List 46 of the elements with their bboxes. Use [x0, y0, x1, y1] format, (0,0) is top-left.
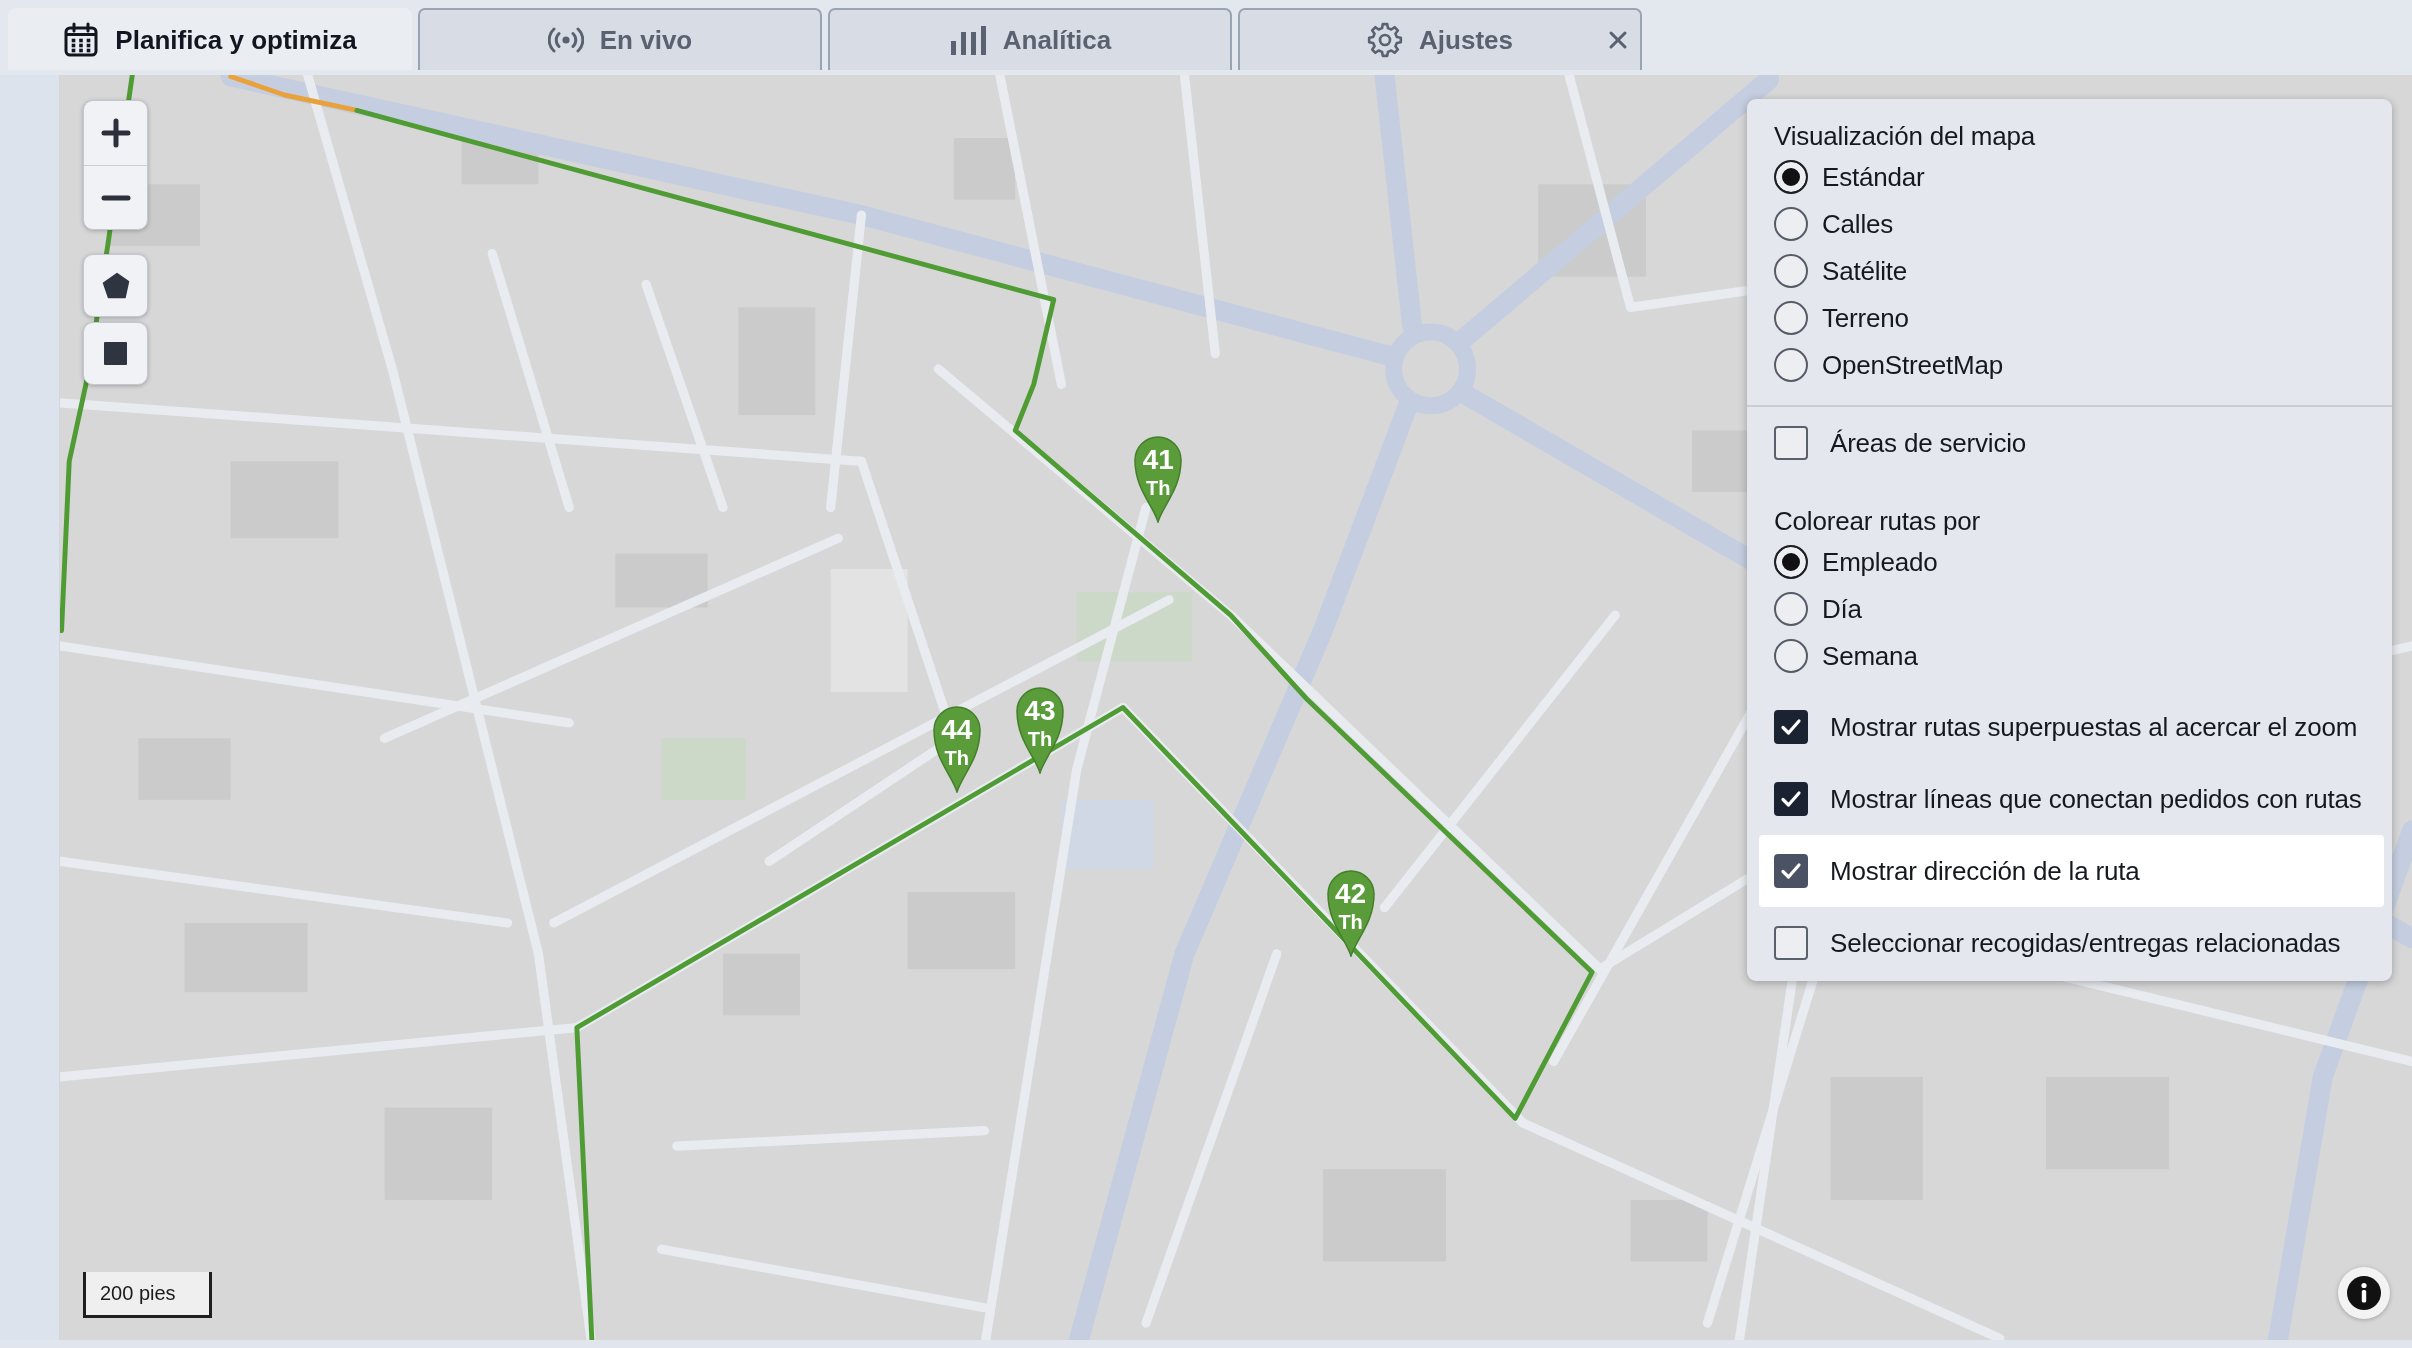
option-label[interactable]: Estándar — [1822, 160, 1925, 193]
radio-button[interactable] — [1774, 544, 1808, 579]
option-label[interactable]: Terreno — [1822, 301, 1909, 334]
radio-button[interactable] — [1774, 253, 1808, 288]
checkbox[interactable] — [1774, 710, 1808, 744]
info-icon — [2347, 1276, 2381, 1310]
checkbox[interactable] — [1774, 782, 1808, 816]
tab[interactable]: Planifica y optimiza — [8, 8, 412, 70]
polygon-tool-button[interactable] — [83, 254, 148, 317]
option-label[interactable]: Seleccionar recogidas/entregas relacionadas — [1830, 927, 2341, 959]
plus-icon — [100, 118, 131, 148]
broadcast-icon — [547, 26, 584, 54]
option-label[interactable]: OpenStreetMap — [1822, 348, 2003, 381]
option-label[interactable]: Mostrar líneas que conectan pedidos con rutas — [1830, 783, 2362, 815]
tab[interactable]: En vivo — [418, 8, 822, 70]
radio-button[interactable] — [1774, 300, 1808, 335]
option-label[interactable]: Mostrar rutas superpuestas al acercar el zoom — [1830, 711, 2358, 743]
option-label[interactable]: Áreas de servicio — [1830, 427, 2027, 459]
calendar-icon — [63, 22, 100, 58]
option-label[interactable]: Día — [1822, 592, 1862, 625]
scale-bar: 200 pies — [83, 1272, 212, 1318]
checkbox[interactable] — [1774, 426, 1808, 460]
tab[interactable]: Analítica — [828, 8, 1232, 70]
close-tab-button[interactable] — [1608, 30, 1628, 50]
radio-button[interactable] — [1774, 638, 1808, 673]
radio-button[interactable] — [1774, 159, 1808, 194]
radio-button[interactable] — [1774, 347, 1808, 382]
tab[interactable]: Ajustes — [1238, 8, 1642, 70]
gear-icon — [1367, 22, 1404, 58]
option-label[interactable]: Calles — [1822, 207, 1894, 240]
pentagon-icon — [101, 272, 130, 299]
option-label[interactable]: Mostrar dirección de la ruta — [1830, 855, 2140, 887]
checkbox[interactable] — [1774, 854, 1808, 888]
checkbox[interactable] — [1774, 926, 1808, 960]
radio-button[interactable] — [1774, 206, 1808, 241]
rectangle-tool-button[interactable] — [83, 322, 148, 385]
bar-chart-icon — [948, 25, 987, 55]
section-title: Visualización del mapa — [1773, 120, 2037, 153]
minus-icon — [100, 194, 131, 201]
option-label[interactable]: Satélite — [1822, 254, 1908, 287]
section-title: Colorear rutas por — [1773, 505, 1981, 538]
radio-button[interactable] — [1774, 591, 1808, 626]
option-label[interactable]: Empleado — [1822, 545, 1938, 578]
square-icon — [104, 342, 127, 365]
option-label[interactable]: Semana — [1822, 639, 1918, 672]
close-icon — [1608, 30, 1628, 50]
